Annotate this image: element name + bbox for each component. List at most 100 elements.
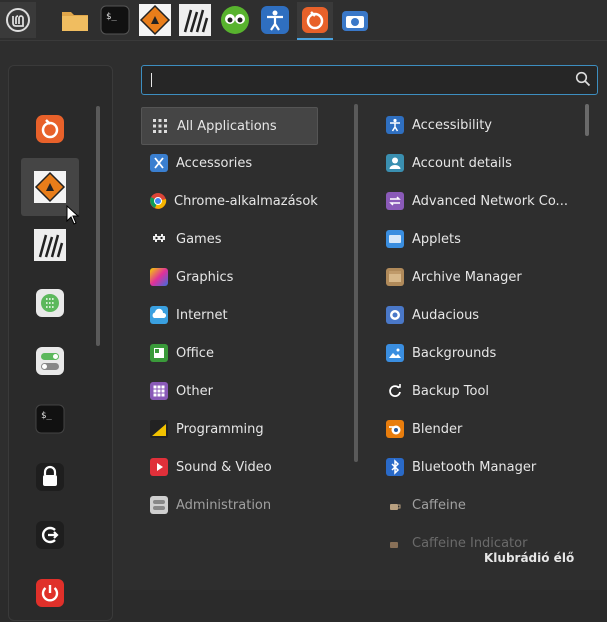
camera-icon <box>342 11 368 31</box>
zebra-icon <box>179 4 211 36</box>
category-scrollbar[interactable] <box>354 104 358 462</box>
favorite-terminal[interactable]: $_ <box>21 390 79 448</box>
zebra-icon <box>34 229 66 261</box>
owl-launcher[interactable] <box>217 2 253 38</box>
app-label: Backup Tool <box>412 383 490 399</box>
lock-icon <box>36 463 64 491</box>
top-panel: $_ <box>0 0 607 41</box>
app-archive-manager[interactable]: Archive Manager <box>381 259 581 295</box>
application-scrollbar[interactable] <box>585 104 589 136</box>
category-all-applications[interactable]: All Applications <box>141 107 318 145</box>
network-icon <box>385 191 405 211</box>
category-label: Administration <box>176 497 272 513</box>
applets-icon <box>385 229 405 249</box>
category-label: Games <box>176 231 222 247</box>
power-icon <box>36 579 64 607</box>
camera-launcher[interactable] <box>337 2 373 38</box>
category-games[interactable]: Games <box>141 221 316 257</box>
app-label: Audacious <box>412 307 480 323</box>
internet-icon <box>149 305 169 325</box>
graphics-icon <box>149 267 169 287</box>
other-icon <box>149 381 169 401</box>
app-label: Backgrounds <box>412 345 497 361</box>
category-accessories[interactable]: Accessories <box>141 145 316 181</box>
search-box[interactable] <box>141 65 598 95</box>
svg-text:$_: $_ <box>41 411 52 421</box>
shutdown-button[interactable] <box>21 564 79 622</box>
software-manager-icon <box>36 289 64 317</box>
category-internet[interactable]: Internet <box>141 297 316 333</box>
favorite-settings[interactable] <box>21 332 79 390</box>
category-label: Other <box>176 383 213 399</box>
category-graphics[interactable]: Graphics <box>141 259 316 295</box>
app-caffeine[interactable]: Caffeine <box>381 487 581 523</box>
svg-text:$_: $_ <box>106 12 117 22</box>
app-label: Accessibility <box>412 117 492 133</box>
mint-menu-button[interactable] <box>0 2 36 38</box>
mint-menu-icon <box>6 8 30 32</box>
logout-icon <box>36 521 64 549</box>
app-backup-tool[interactable]: Backup Tool <box>381 373 581 409</box>
category-label: Internet <box>176 307 228 323</box>
programming-icon <box>149 419 169 439</box>
files-launcher[interactable] <box>57 2 93 38</box>
category-label: Programming <box>176 421 264 437</box>
bluetooth-icon <box>385 457 405 477</box>
klubradio-sign-icon <box>34 171 66 203</box>
category-chrome-alkalmaz-sok[interactable]: Chrome-alkalmazások <box>141 183 318 219</box>
category-label: Sound & Video <box>176 459 272 475</box>
owl-icon <box>221 6 249 34</box>
favorite-klubradio[interactable] <box>21 158 80 225</box>
app-bluetooth-manager[interactable]: Bluetooth Manager <box>381 449 581 485</box>
audacious-icon <box>385 305 405 325</box>
app-advanced-network-co[interactable]: Advanced Network Co... <box>381 183 581 219</box>
app-label: Caffeine <box>412 497 466 513</box>
archive-icon <box>385 267 405 287</box>
category-administration[interactable]: Administration <box>141 487 316 523</box>
app-backgrounds[interactable]: Backgrounds <box>381 335 581 371</box>
administration-icon <box>149 495 169 515</box>
grid-icon <box>150 116 170 136</box>
accessories-icon <box>149 153 169 173</box>
app-label: Caffeine Indicator <box>412 535 528 551</box>
accessibility-icon <box>261 6 289 34</box>
favorite-zebra[interactable] <box>21 216 79 274</box>
terminal-icon: $_ <box>35 404 65 434</box>
app-label: Archive Manager <box>412 269 522 285</box>
firefox-icon <box>302 7 328 33</box>
application-menu: $_ All Applications Accessories Chrome-a… <box>0 41 607 621</box>
office-icon <box>149 343 169 363</box>
category-office[interactable]: Office <box>141 335 316 371</box>
account-icon <box>385 153 405 173</box>
terminal-launcher[interactable]: $_ <box>97 2 133 38</box>
chrome-icon <box>149 191 167 211</box>
accessibility-launcher[interactable] <box>257 2 293 38</box>
favorites-scrollbar[interactable] <box>96 106 100 346</box>
category-other[interactable]: Other <box>141 373 316 409</box>
category-sound-video[interactable]: Sound & Video <box>141 449 316 485</box>
accessibility-icon <box>385 115 405 135</box>
logout-button[interactable] <box>21 506 79 564</box>
favorites-column: $_ <box>8 65 113 621</box>
favorite-firefox[interactable] <box>21 100 79 158</box>
firefox-launcher[interactable] <box>297 2 333 40</box>
app-audacious[interactable]: Audacious <box>381 297 581 333</box>
app-account-details[interactable]: Account details <box>381 145 581 181</box>
category-programming[interactable]: Programming <box>141 411 316 447</box>
lock-screen-button[interactable] <box>21 448 79 506</box>
klubradio-sign-icon <box>139 4 171 36</box>
app-accessibility[interactable]: Accessibility <box>381 107 581 143</box>
selected-item-description: Klubrádió élő <box>484 551 575 565</box>
app-label: Advanced Network Co... <box>412 193 568 209</box>
klubradio-launcher[interactable] <box>137 2 173 38</box>
app-blender[interactable]: Blender <box>381 411 581 447</box>
category-label: Graphics <box>176 269 234 285</box>
category-label: All Applications <box>177 118 277 134</box>
app-applets[interactable]: Applets <box>381 221 581 257</box>
zebra-launcher[interactable] <box>177 2 213 38</box>
blender-icon <box>385 419 405 439</box>
app-label: Account details <box>412 155 512 171</box>
favorite-software-manager[interactable] <box>21 274 79 332</box>
sound-video-icon <box>149 457 169 477</box>
files-folder-icon <box>62 12 88 31</box>
